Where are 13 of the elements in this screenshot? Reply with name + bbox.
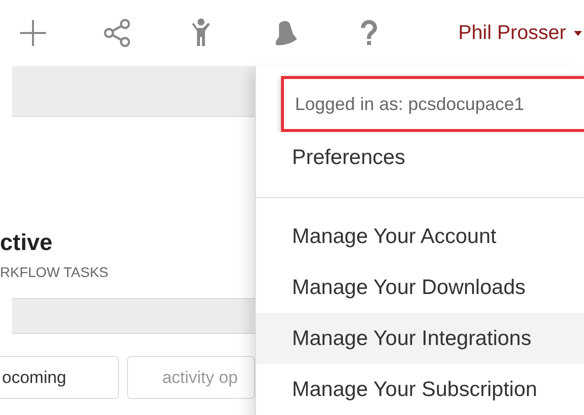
page-subheading: RKFLOW TASKS [0,264,110,280]
menu-item[interactable]: Preferences [256,132,584,183]
filter-button[interactable]: ocoming [0,356,119,399]
menu-item[interactable]: Manage Your Subscription [256,364,584,415]
caret-icon [574,30,582,36]
add-icon [18,18,48,48]
menu-item[interactable]: Manage Your Downloads [256,262,584,313]
share-icon [102,18,132,48]
menu-item[interactable]: Manage Your Integrations [256,313,584,364]
page-heading: ctive [0,229,54,256]
user-menu-button[interactable]: Phil Prosser [458,22,584,44]
menu-item[interactable]: Manage Your Account [256,211,584,262]
logged-in-label: Logged in as: pcsdocupace1 [281,76,584,132]
